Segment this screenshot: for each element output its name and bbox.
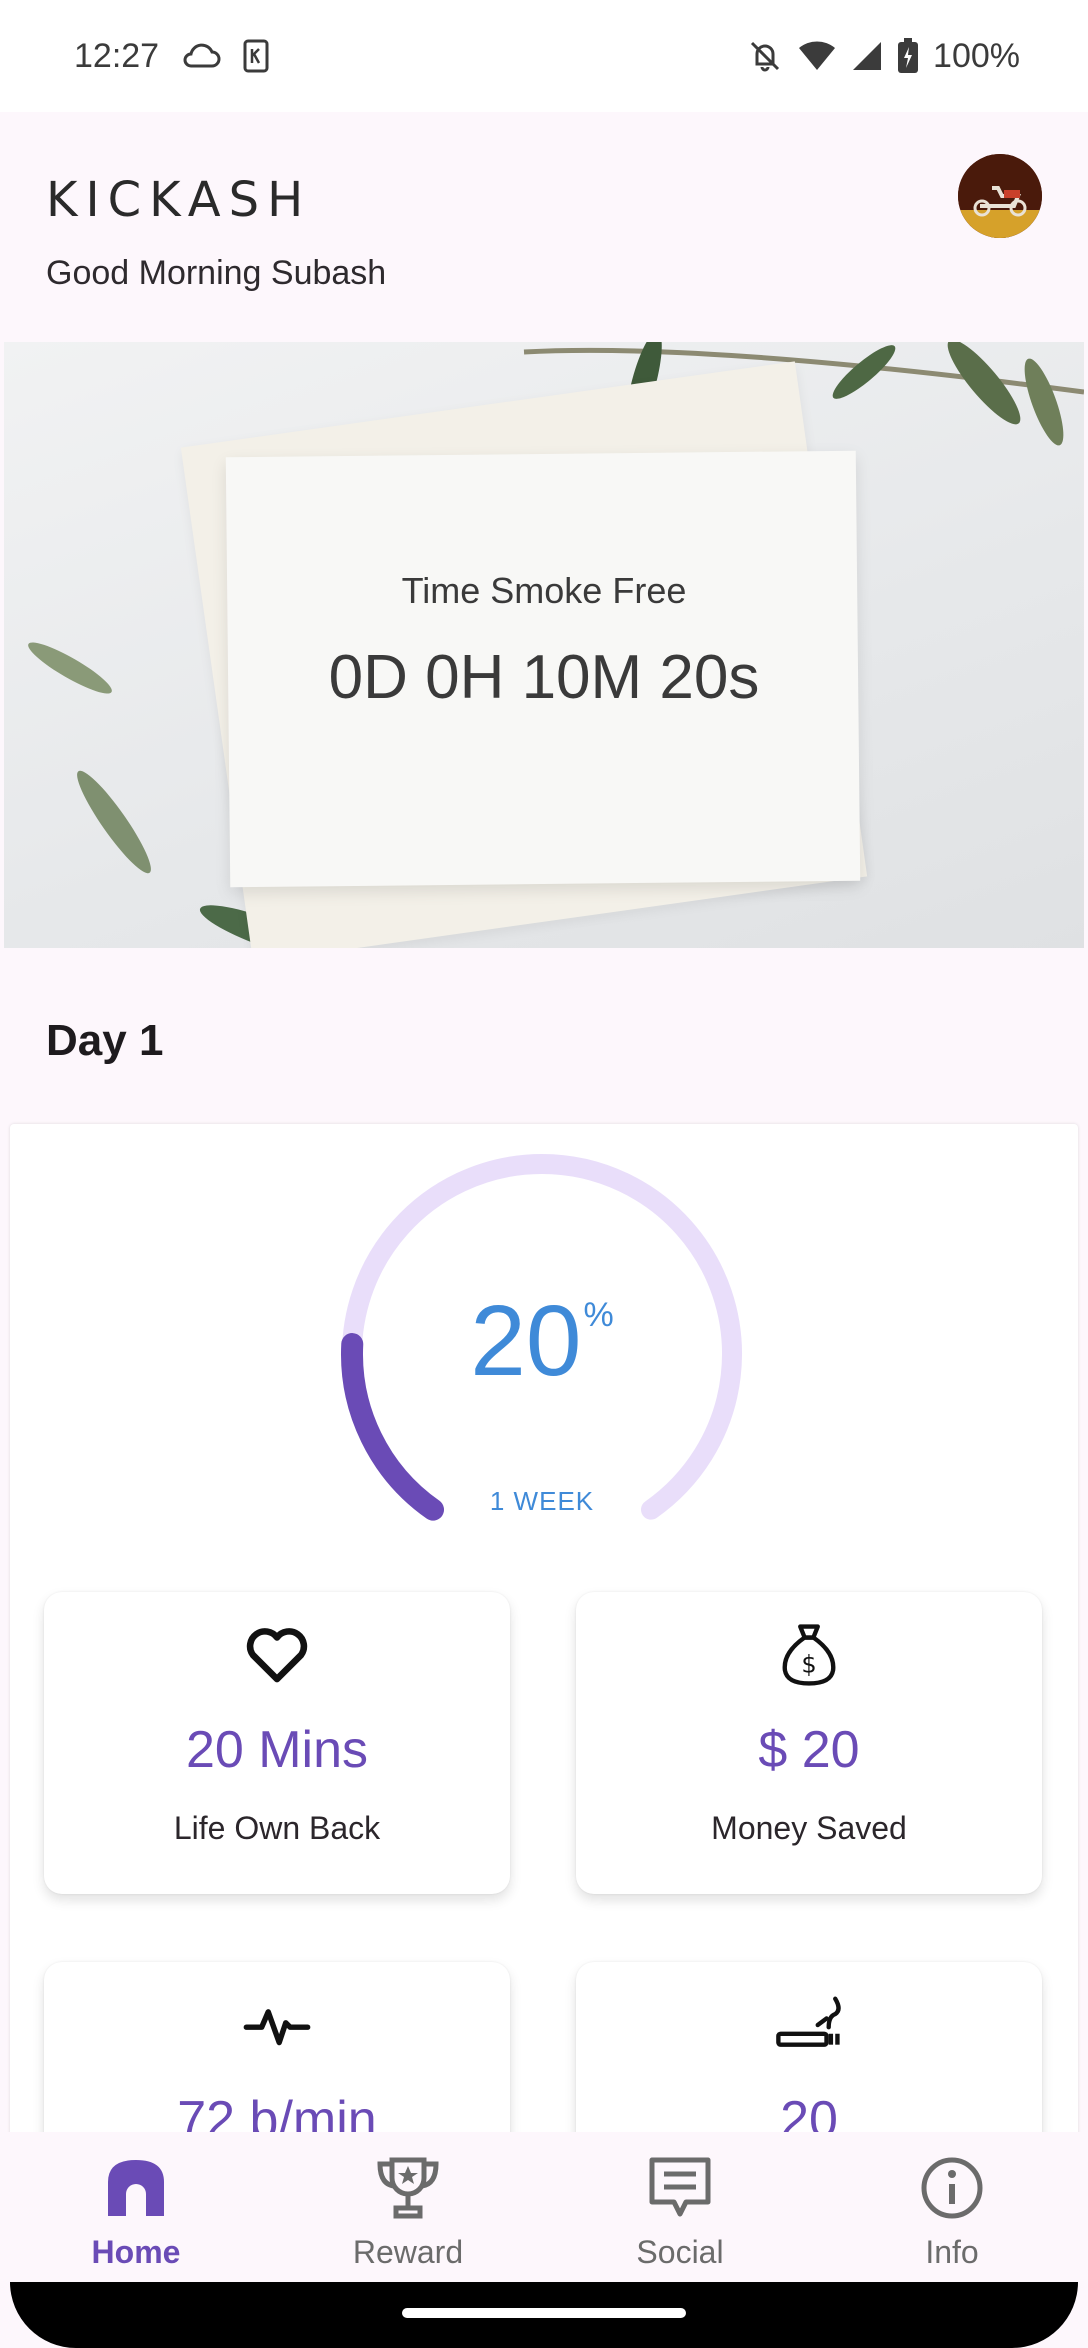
- nav-item-reward[interactable]: Reward: [272, 2132, 544, 2282]
- app-logo: KICKASH: [46, 172, 312, 228]
- status-bar: 12:27 100%: [0, 0, 1088, 112]
- status-right: 100%: [747, 37, 1020, 76]
- heart-icon: [44, 1620, 510, 1690]
- cloud-icon: [181, 42, 221, 70]
- nav-label: Social: [636, 2234, 724, 2270]
- nav-label: Reward: [352, 2234, 464, 2270]
- smoke-free-title: Time Smoke Free: [401, 570, 687, 611]
- progress-caption: 1 WEEK: [489, 1486, 595, 1516]
- stat-label: Life Own Back: [173, 1810, 381, 1846]
- chat-icon: [644, 2152, 716, 2224]
- status-time: 12:27: [74, 36, 160, 75]
- stat-label: Money Saved: [711, 1810, 907, 1846]
- smoking-icon: [576, 1990, 1042, 2060]
- battery-percent: 100%: [933, 36, 1020, 75]
- money-bag-icon: $: [576, 1620, 1042, 1690]
- progress-value: 20%: [332, 1284, 752, 1399]
- nav-label: Home: [91, 2234, 181, 2270]
- progress-number: 20: [470, 1285, 582, 1397]
- sim-k-icon: [243, 39, 269, 73]
- stat-card-life[interactable]: 20 Mins Life Own Back: [44, 1592, 510, 1894]
- greeting-text: Good Morning Subash: [46, 254, 387, 292]
- stat-value: 20 Mins: [185, 1721, 369, 1779]
- profile-avatar[interactable]: [958, 154, 1042, 238]
- svg-text:$: $: [801, 1651, 816, 1679]
- nav-item-social[interactable]: Social: [544, 2132, 816, 2282]
- gesture-area: [0, 2282, 1088, 2348]
- wifi-icon: [797, 40, 837, 72]
- home-icon: [100, 2152, 172, 2224]
- signal-icon: [851, 40, 883, 72]
- progress-unit: %: [583, 1296, 614, 1334]
- nav-item-info[interactable]: Info: [816, 2132, 1088, 2282]
- pulse-icon: [44, 1990, 510, 2060]
- smoke-free-timer: 0D 0H 10M 20s: [328, 643, 760, 712]
- trophy-icon: [372, 2152, 444, 2224]
- battery-icon: [897, 38, 919, 74]
- status-left: 12:27: [74, 37, 269, 76]
- nav-item-home[interactable]: Home: [0, 2132, 272, 2282]
- stat-card-money[interactable]: $ $ 20 Money Saved: [576, 1592, 1042, 1894]
- app-header: KICKASH Good Morning Subash: [0, 112, 1088, 342]
- home-gesture-pill[interactable]: [402, 2308, 686, 2318]
- nav-label: Info: [925, 2234, 979, 2270]
- stat-value: $ 20: [758, 1721, 860, 1779]
- bottom-navigation: Home Reward Social Info: [0, 2132, 1088, 2282]
- progress-card: 20% 1 WEEK 20 Mins Life Own Back $ $ 20 …: [10, 1124, 1078, 2264]
- app-screen: 12:27 100% KICKASH Good Morning Subash T…: [0, 0, 1088, 2348]
- bell-off-icon: [747, 38, 783, 74]
- hero-banner: Time Smoke Free 0D 0H 10M 20s: [4, 342, 1084, 948]
- day-label: Day 1: [46, 1016, 164, 1065]
- info-icon: [916, 2152, 988, 2224]
